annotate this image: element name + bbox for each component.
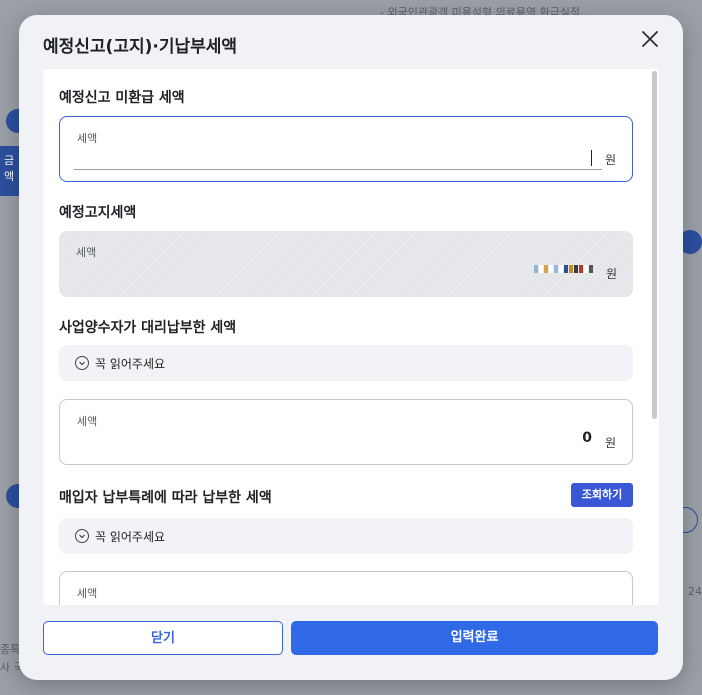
proxy-payment-tax-field[interactable]: 세액 0 원 xyxy=(59,399,633,465)
masked-value xyxy=(534,265,593,275)
background-text: 종특 xyxy=(0,643,21,656)
close-icon[interactable] xyxy=(639,28,661,50)
submit-button[interactable]: 입력완료 xyxy=(291,621,658,655)
section-title-buyer-special: 매입자 납부특례에 따라 납부한 세액 xyxy=(59,490,272,506)
buyer-special-tax-field[interactable]: 세액 xyxy=(59,571,633,605)
text-caret xyxy=(590,150,592,166)
chevron-down-circle-icon xyxy=(75,356,89,370)
background-text: 24 xyxy=(688,585,702,598)
unrefunded-tax-input[interactable] xyxy=(74,146,602,170)
close-button[interactable]: 닫기 xyxy=(43,621,283,655)
background-side-tab: 금액 xyxy=(0,146,19,196)
read-notice-toggle[interactable]: 꼭 읽어주세요 xyxy=(59,345,633,381)
notice-label: 꼭 읽어주세요 xyxy=(95,530,166,544)
scrollbar[interactable] xyxy=(652,71,657,419)
field-unit: 원 xyxy=(605,267,617,281)
notified-tax-field: 세액 원 xyxy=(59,231,633,297)
modal-content: 예정신고 미환급 세액 세액 원 예정고지세액 세액 원 사업양수자가 대리납부… xyxy=(43,69,659,605)
field-value: 0 xyxy=(582,430,592,446)
modal-header: 예정신고(고지)·기납부세액 xyxy=(19,15,683,69)
section-title-unrefunded: 예정신고 미환급 세액 xyxy=(59,90,185,106)
prepaid-tax-modal: 예정신고(고지)·기납부세액 예정신고 미환급 세액 세액 원 예정고지세액 세… xyxy=(19,15,683,680)
chevron-down-circle-icon xyxy=(75,529,89,543)
notice-label: 꼭 읽어주세요 xyxy=(95,357,166,371)
section-title-notified: 예정고지세액 xyxy=(59,205,137,221)
field-label: 세액 xyxy=(77,132,98,145)
field-label: 세액 xyxy=(77,415,98,428)
read-notice-toggle[interactable]: 꼭 읽어주세요 xyxy=(59,518,633,554)
lookup-button[interactable]: 조회하기 xyxy=(571,483,633,507)
unrefunded-tax-field[interactable]: 세액 원 xyxy=(59,116,633,182)
field-unit: 원 xyxy=(604,436,616,450)
field-unit: 원 xyxy=(604,153,616,167)
modal-title: 예정신고(고지)·기납부세액 xyxy=(43,37,238,57)
field-label: 세액 xyxy=(77,587,98,600)
field-label: 세액 xyxy=(76,246,97,259)
section-title-proxy-payment: 사업양수자가 대리납부한 세액 xyxy=(59,320,237,336)
